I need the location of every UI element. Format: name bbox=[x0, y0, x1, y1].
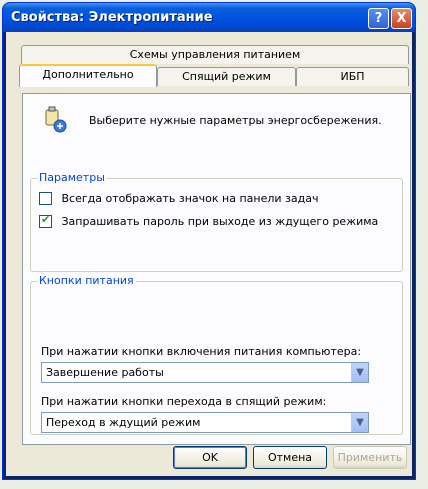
tab-advanced[interactable]: Дополнительно bbox=[19, 64, 157, 87]
power-options-icon bbox=[45, 106, 67, 133]
sleep-button-action-select[interactable]: Переход в ждущий режим ▼ bbox=[41, 412, 369, 433]
show-tray-icon-option[interactable]: Всегда отображать значок на панели задач bbox=[39, 191, 319, 206]
info-text: Выберите нужные параметры энергосбережен… bbox=[89, 114, 382, 127]
cancel-button[interactable]: Отмена bbox=[253, 446, 327, 469]
ok-button[interactable]: OK bbox=[173, 446, 247, 469]
show-tray-icon-checkbox[interactable] bbox=[39, 191, 52, 205]
tab-power-schemes[interactable]: Схемы управления питанием bbox=[21, 45, 409, 64]
sleep-button-action-value: Переход в ждущий режим bbox=[46, 416, 201, 429]
tab-ups[interactable]: ИБП bbox=[296, 67, 409, 86]
parameters-group-title: Параметры bbox=[37, 171, 107, 184]
password-on-resume-label[interactable]: Запрашивать пароль при выходе из ждущего… bbox=[62, 215, 379, 228]
chevron-down-icon[interactable]: ▼ bbox=[351, 413, 368, 432]
sleep-button-label: При нажатии кнопки перехода в спящий реж… bbox=[41, 395, 327, 408]
check-mark-icon: ✔ bbox=[41, 212, 51, 226]
power-button-action-select[interactable]: Завершение работы ▼ bbox=[41, 362, 369, 383]
dialog-client-area: Схемы управления питанием Дополнительно … bbox=[6, 32, 412, 476]
tab-hibernate[interactable]: Спящий режим bbox=[157, 67, 296, 86]
power-buttons-group-title: Кнопки питания bbox=[37, 274, 136, 287]
chevron-down-icon[interactable]: ▼ bbox=[351, 363, 368, 382]
power-button-label: При нажатии кнопки включения питания ком… bbox=[41, 345, 362, 358]
parameters-group: Параметры Всегда отображать значок на па… bbox=[30, 171, 403, 272]
properties-dialog: Свойства: Электропитание ? X Схемы управ… bbox=[3, 3, 415, 479]
show-tray-icon-label[interactable]: Всегда отображать значок на панели задач bbox=[62, 192, 319, 205]
close-button[interactable]: X bbox=[391, 8, 412, 29]
apply-button[interactable]: Применить bbox=[333, 446, 407, 469]
power-buttons-group: Кнопки питания При нажатии кнопки включе… bbox=[30, 274, 403, 435]
advanced-tab-panel: Выберите нужные параметры энергосбережен… bbox=[22, 93, 411, 445]
window-title: Свойства: Электропитание bbox=[11, 10, 213, 25]
title-bar[interactable]: Свойства: Электропитание ? X bbox=[3, 3, 415, 32]
password-on-resume-option[interactable]: ✔ Запрашивать пароль при выходе из ждуще… bbox=[39, 212, 379, 229]
help-button[interactable]: ? bbox=[368, 8, 389, 29]
power-button-action-value: Завершение работы bbox=[46, 366, 164, 379]
password-on-resume-checkbox[interactable]: ✔ bbox=[39, 212, 52, 228]
